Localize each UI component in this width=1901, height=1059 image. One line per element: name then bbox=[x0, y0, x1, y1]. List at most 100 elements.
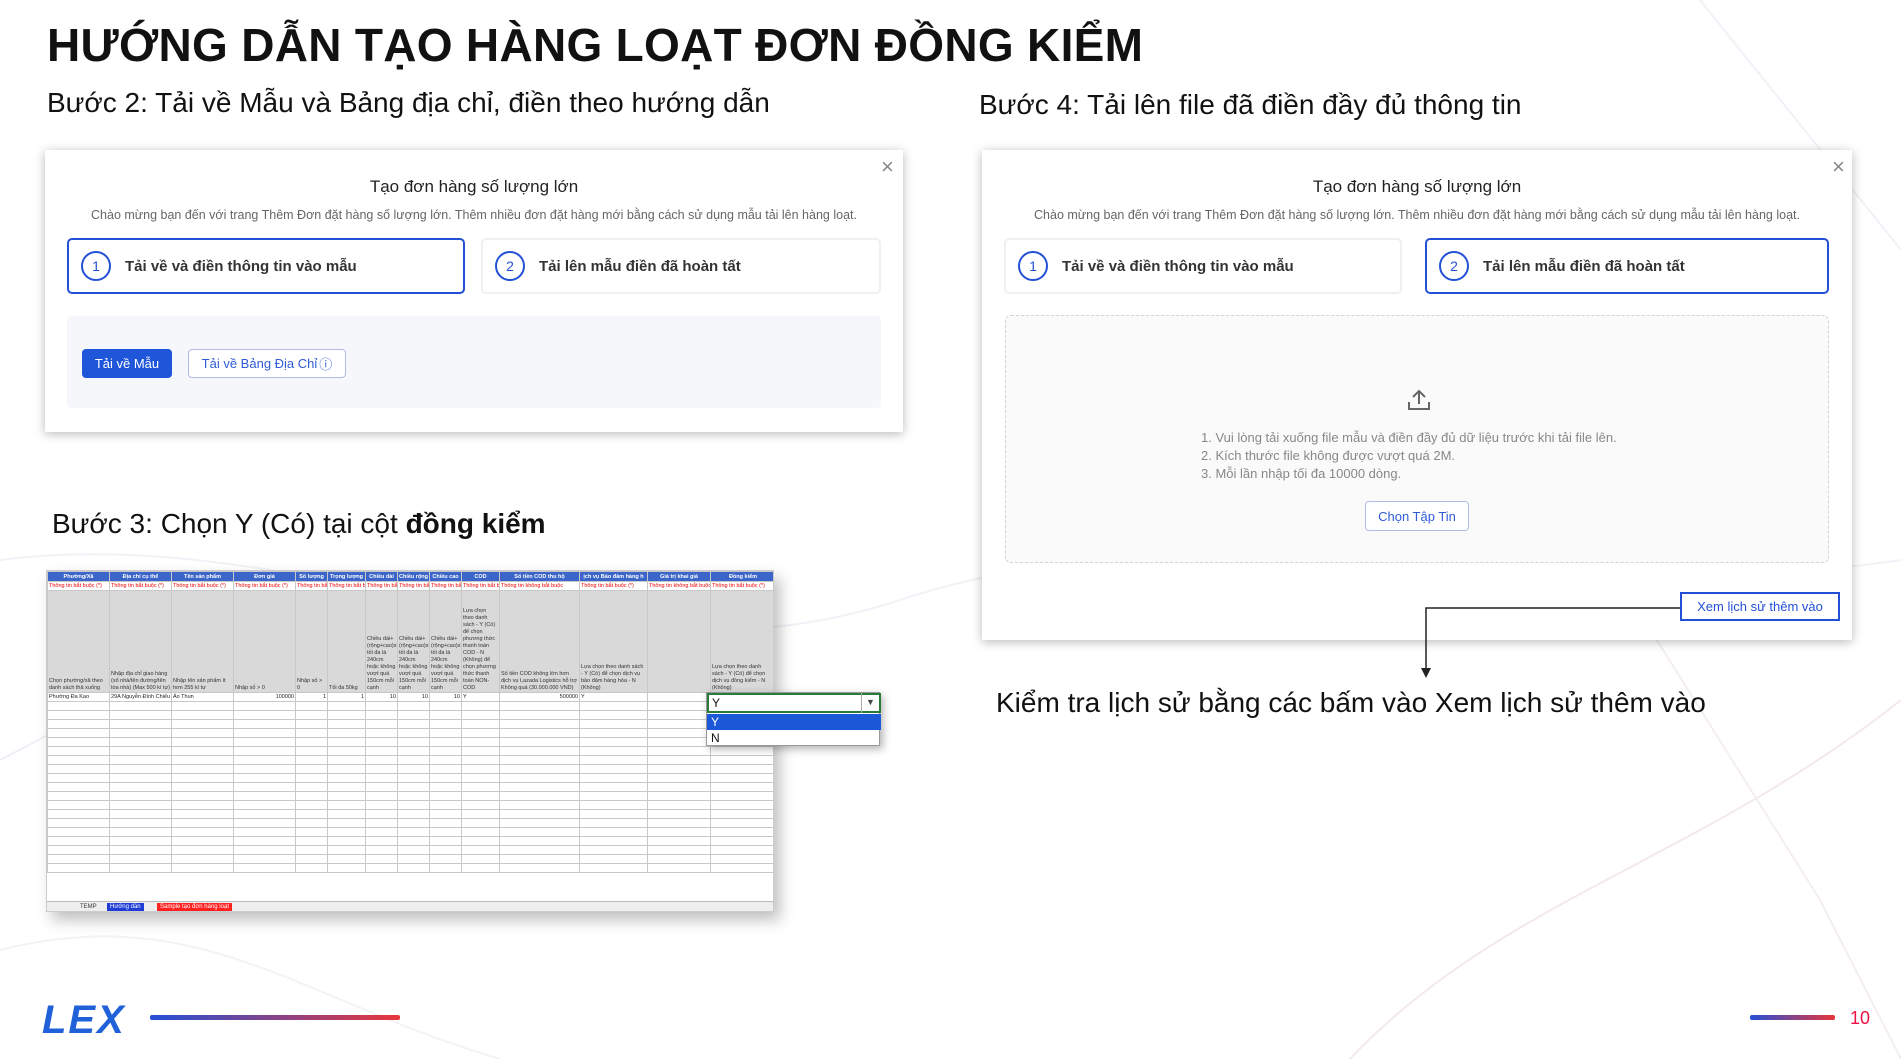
empty-cell[interactable] bbox=[327, 809, 366, 819]
empty-cell[interactable] bbox=[109, 746, 172, 756]
empty-cell[interactable] bbox=[109, 728, 172, 738]
empty-cell[interactable] bbox=[47, 863, 110, 873]
empty-cell[interactable] bbox=[579, 818, 648, 828]
empty-cell[interactable] bbox=[295, 863, 328, 873]
empty-cell[interactable] bbox=[109, 764, 172, 774]
empty-cell[interactable] bbox=[499, 809, 580, 819]
empty-cell[interactable] bbox=[461, 845, 500, 855]
empty-cell[interactable] bbox=[233, 863, 296, 873]
step-download-tab[interactable]: 1 Tải về và điền thông tin vào mẫu bbox=[67, 238, 465, 294]
empty-cell[interactable] bbox=[327, 719, 366, 729]
empty-cell[interactable] bbox=[647, 728, 711, 738]
empty-cell[interactable] bbox=[233, 746, 296, 756]
empty-cell[interactable] bbox=[171, 845, 234, 855]
empty-cell[interactable] bbox=[327, 800, 366, 810]
empty-cell[interactable] bbox=[327, 818, 366, 828]
empty-cell[interactable] bbox=[365, 764, 398, 774]
empty-cell[interactable] bbox=[429, 818, 462, 828]
empty-cell[interactable] bbox=[109, 836, 172, 846]
empty-cell[interactable] bbox=[397, 710, 430, 720]
empty-cell[interactable] bbox=[461, 782, 500, 792]
empty-cell[interactable] bbox=[499, 737, 580, 747]
empty-cell[interactable] bbox=[499, 791, 580, 801]
empty-cell[interactable] bbox=[647, 809, 711, 819]
empty-cell[interactable] bbox=[47, 836, 110, 846]
empty-cell[interactable] bbox=[295, 809, 328, 819]
empty-cell[interactable] bbox=[327, 863, 366, 873]
empty-cell[interactable] bbox=[461, 863, 500, 873]
empty-cell[interactable] bbox=[647, 710, 711, 720]
empty-cell[interactable] bbox=[397, 719, 430, 729]
empty-cell[interactable] bbox=[171, 737, 234, 747]
empty-cell[interactable] bbox=[429, 836, 462, 846]
empty-cell[interactable] bbox=[461, 809, 500, 819]
empty-cell[interactable] bbox=[109, 755, 172, 765]
empty-cell[interactable] bbox=[171, 818, 234, 828]
empty-cell[interactable] bbox=[365, 836, 398, 846]
close-icon[interactable]: × bbox=[881, 156, 894, 178]
empty-cell[interactable] bbox=[499, 701, 580, 711]
sheet-tab[interactable]: Sample tạo đơn hàng loạt bbox=[157, 903, 232, 911]
empty-cell[interactable] bbox=[327, 710, 366, 720]
empty-cell[interactable] bbox=[109, 737, 172, 747]
empty-cell[interactable] bbox=[233, 818, 296, 828]
empty-cell[interactable] bbox=[461, 710, 500, 720]
data-cell[interactable]: 10 bbox=[429, 692, 462, 702]
empty-cell[interactable] bbox=[499, 863, 580, 873]
empty-cell[interactable] bbox=[397, 845, 430, 855]
empty-cell[interactable] bbox=[365, 863, 398, 873]
empty-cell[interactable] bbox=[47, 854, 110, 864]
empty-cell[interactable] bbox=[710, 854, 773, 864]
empty-cell[interactable] bbox=[109, 710, 172, 720]
empty-cell[interactable] bbox=[397, 809, 430, 819]
empty-cell[interactable] bbox=[233, 845, 296, 855]
empty-cell[interactable] bbox=[461, 800, 500, 810]
empty-cell[interactable] bbox=[397, 773, 430, 783]
empty-cell[interactable] bbox=[579, 701, 648, 711]
empty-cell[interactable] bbox=[397, 836, 430, 846]
empty-cell[interactable] bbox=[171, 728, 234, 738]
empty-cell[interactable] bbox=[327, 827, 366, 837]
empty-cell[interactable] bbox=[233, 809, 296, 819]
empty-cell[interactable] bbox=[579, 791, 648, 801]
empty-cell[interactable] bbox=[429, 746, 462, 756]
empty-cell[interactable] bbox=[233, 701, 296, 711]
empty-cell[interactable] bbox=[461, 827, 500, 837]
empty-cell[interactable] bbox=[647, 764, 711, 774]
empty-cell[interactable] bbox=[295, 710, 328, 720]
empty-cell[interactable] bbox=[365, 755, 398, 765]
empty-cell[interactable] bbox=[397, 746, 430, 756]
empty-cell[interactable] bbox=[710, 809, 773, 819]
dropdown-option[interactable]: Y bbox=[707, 714, 881, 730]
empty-cell[interactable] bbox=[647, 719, 711, 729]
sheet-tab[interactable]: Hướng dẫn bbox=[107, 903, 144, 911]
empty-cell[interactable] bbox=[647, 755, 711, 765]
empty-cell[interactable] bbox=[109, 827, 172, 837]
empty-cell[interactable] bbox=[429, 854, 462, 864]
empty-cell[interactable] bbox=[647, 863, 711, 873]
empty-cell[interactable] bbox=[233, 854, 296, 864]
empty-cell[interactable] bbox=[327, 854, 366, 864]
empty-cell[interactable] bbox=[171, 791, 234, 801]
empty-cell[interactable] bbox=[579, 719, 648, 729]
data-cell[interactable]: Áo Thun bbox=[171, 692, 234, 702]
empty-cell[interactable] bbox=[647, 818, 711, 828]
empty-cell[interactable] bbox=[429, 863, 462, 873]
empty-cell[interactable] bbox=[171, 836, 234, 846]
empty-cell[interactable] bbox=[499, 827, 580, 837]
empty-cell[interactable] bbox=[233, 827, 296, 837]
empty-cell[interactable] bbox=[397, 800, 430, 810]
empty-cell[interactable] bbox=[579, 809, 648, 819]
empty-cell[interactable] bbox=[710, 800, 773, 810]
empty-cell[interactable] bbox=[327, 845, 366, 855]
empty-cell[interactable] bbox=[327, 755, 366, 765]
empty-cell[interactable] bbox=[647, 854, 711, 864]
empty-cell[interactable] bbox=[710, 827, 773, 837]
empty-cell[interactable] bbox=[47, 710, 110, 720]
data-cell[interactable]: 29A Nguyễn Đình Chiểu bbox=[109, 692, 172, 702]
empty-cell[interactable] bbox=[233, 764, 296, 774]
empty-cell[interactable] bbox=[295, 854, 328, 864]
empty-cell[interactable] bbox=[171, 782, 234, 792]
empty-cell[interactable] bbox=[461, 728, 500, 738]
empty-cell[interactable] bbox=[171, 827, 234, 837]
